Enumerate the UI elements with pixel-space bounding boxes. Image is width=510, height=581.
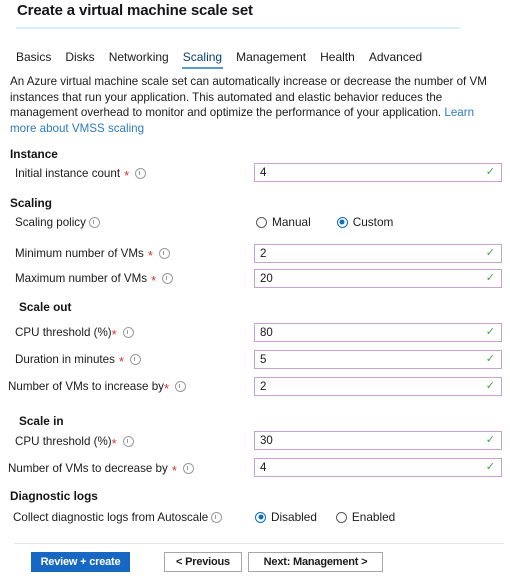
description-text: An Azure virtual machine scale set can a… [10, 75, 487, 119]
info-circle-icon[interactable] [88, 217, 100, 228]
valid-check-icon: ✓ [485, 247, 495, 259]
section-heading-scale-in: Scale in [19, 414, 64, 428]
tab-basics[interactable]: Basics [9, 50, 58, 69]
label-text: Scaling policy [15, 216, 86, 229]
valid-check-icon: ✓ [485, 272, 495, 284]
title-divider [16, 27, 460, 29]
required-asterisk-icon: * [111, 326, 117, 342]
valid-check-icon: ✓ [485, 434, 495, 446]
tab-health[interactable]: Health [313, 50, 362, 69]
tab-networking[interactable]: Networking [102, 50, 176, 69]
input-scale-out-duration[interactable]: 5 ✓ [254, 350, 502, 369]
required-asterisk-icon: * [111, 435, 117, 451]
info-circle-icon[interactable] [158, 248, 170, 259]
label-scale-out-cpu-threshold: CPU threshold (%) * [15, 326, 134, 342]
label-scaling-policy: Scaling policy [15, 216, 100, 229]
required-asterisk-icon: * [147, 247, 153, 263]
required-asterisk-icon: * [124, 167, 130, 183]
radio-scaling-policy-manual[interactable]: Manual [256, 215, 311, 229]
valid-check-icon: ✓ [485, 353, 495, 365]
tab-advanced[interactable]: Advanced [362, 50, 429, 69]
info-circle-icon[interactable] [135, 168, 147, 179]
label-scale-in-vms-decrease: Number of VMs to decrease by * [8, 462, 194, 478]
valid-check-icon: ✓ [485, 326, 495, 338]
input-scale-in-cpu-threshold[interactable]: 30 ✓ [254, 431, 502, 450]
label-text: Collect diagnostic logs from Autoscale [13, 511, 209, 524]
label-minimum-vms: Minimum number of VMs * [15, 247, 170, 263]
input-value[interactable]: 80 [255, 327, 486, 339]
valid-check-icon: ✓ [485, 380, 495, 392]
input-scale-out-cpu-threshold[interactable]: 80 ✓ [254, 323, 502, 342]
radio-diagnostic-logs-disabled[interactable]: Disabled [255, 510, 317, 524]
info-circle-icon[interactable] [129, 354, 141, 365]
tab-bar: Basics Disks Networking Scaling Manageme… [9, 50, 429, 69]
radio-group-diagnostic-logs: Disabled Enabled [255, 510, 395, 524]
review-create-button[interactable]: Review + create [31, 552, 130, 572]
input-minimum-vms[interactable]: 2 ✓ [254, 244, 502, 263]
info-circle-icon[interactable] [122, 436, 134, 447]
radio-diagnostic-logs-enabled[interactable]: Enabled [335, 510, 396, 524]
required-asterisk-icon: * [118, 353, 124, 369]
section-heading-scaling: Scaling [10, 196, 52, 210]
input-value[interactable]: 4 [255, 167, 486, 179]
radio-dot-icon [255, 511, 266, 523]
label-collect-diagnostic-logs: Collect diagnostic logs from Autoscale [13, 511, 223, 524]
footer-divider [14, 543, 504, 544]
input-value[interactable]: 30 [255, 435, 486, 447]
tab-scaling[interactable]: Scaling [176, 50, 229, 69]
radio-dot-icon [335, 511, 347, 523]
tab-disks[interactable]: Disks [58, 50, 101, 69]
label-text: Minimum number of VMs [15, 247, 144, 260]
input-scale-out-vms-increase[interactable]: 2 ✓ [254, 377, 502, 396]
required-asterisk-icon: * [171, 462, 177, 478]
input-value[interactable]: 5 [255, 354, 486, 366]
label-scale-out-duration: Duration in minutes * [15, 353, 141, 369]
info-circle-icon[interactable] [182, 463, 194, 474]
section-heading-instance: Instance [10, 147, 58, 161]
input-value[interactable]: 2 [255, 248, 486, 260]
label-text: Number of VMs to increase by [8, 380, 164, 393]
tab-management[interactable]: Management [229, 50, 313, 69]
label-text: Initial instance count [15, 167, 121, 180]
info-circle-icon[interactable] [211, 512, 223, 523]
label-maximum-vms: Maximum number of VMs * [15, 272, 174, 288]
info-circle-icon[interactable] [162, 273, 174, 284]
label-text: CPU threshold (%) [15, 326, 112, 339]
label-text: Duration in minutes [15, 353, 115, 366]
footer-bar: Review + create < Previous Next: Managem… [0, 552, 510, 576]
input-scale-in-vms-decrease[interactable]: 4 ✓ [254, 458, 502, 477]
label-scale-in-cpu-threshold: CPU threshold (%) * [15, 435, 134, 451]
section-heading-scale-out: Scale out [19, 300, 72, 314]
label-text: Number of VMs to decrease by [8, 462, 168, 475]
info-circle-icon[interactable] [175, 381, 186, 392]
page-title: Create a virtual machine scale set [17, 2, 253, 19]
radio-dot-icon [256, 216, 267, 228]
input-value[interactable]: 2 [255, 381, 486, 393]
label-text: Maximum number of VMs [15, 272, 148, 285]
radio-label: Custom [352, 215, 394, 229]
input-value[interactable]: 20 [255, 273, 486, 285]
radio-group-scaling-policy: Manual Custom [256, 215, 393, 229]
next-management-button[interactable]: Next: Management > [248, 552, 383, 572]
input-maximum-vms[interactable]: 20 ✓ [254, 269, 502, 288]
valid-check-icon: ✓ [485, 166, 495, 178]
valid-check-icon: ✓ [485, 461, 495, 473]
scaling-description: An Azure virtual machine scale set can a… [10, 74, 490, 136]
required-asterisk-icon: * [163, 380, 169, 396]
label-text: CPU threshold (%) [15, 435, 112, 448]
input-initial-instance-count[interactable]: 4 ✓ [254, 163, 502, 182]
input-value[interactable]: 4 [255, 462, 486, 474]
info-circle-icon[interactable] [122, 327, 134, 338]
radio-scaling-policy-custom[interactable]: Custom [336, 215, 394, 229]
previous-button[interactable]: < Previous [164, 552, 242, 572]
radio-label: Disabled [271, 510, 317, 524]
label-scale-out-vms-increase: Number of VMs to increase by * [8, 380, 186, 396]
section-heading-diagnostic-logs: Diagnostic logs [10, 489, 98, 503]
radio-dot-icon [336, 216, 348, 228]
label-initial-instance-count: Initial instance count * [15, 167, 147, 183]
radio-label: Enabled [351, 510, 396, 524]
radio-label: Manual [272, 215, 311, 229]
required-asterisk-icon: * [151, 272, 157, 288]
